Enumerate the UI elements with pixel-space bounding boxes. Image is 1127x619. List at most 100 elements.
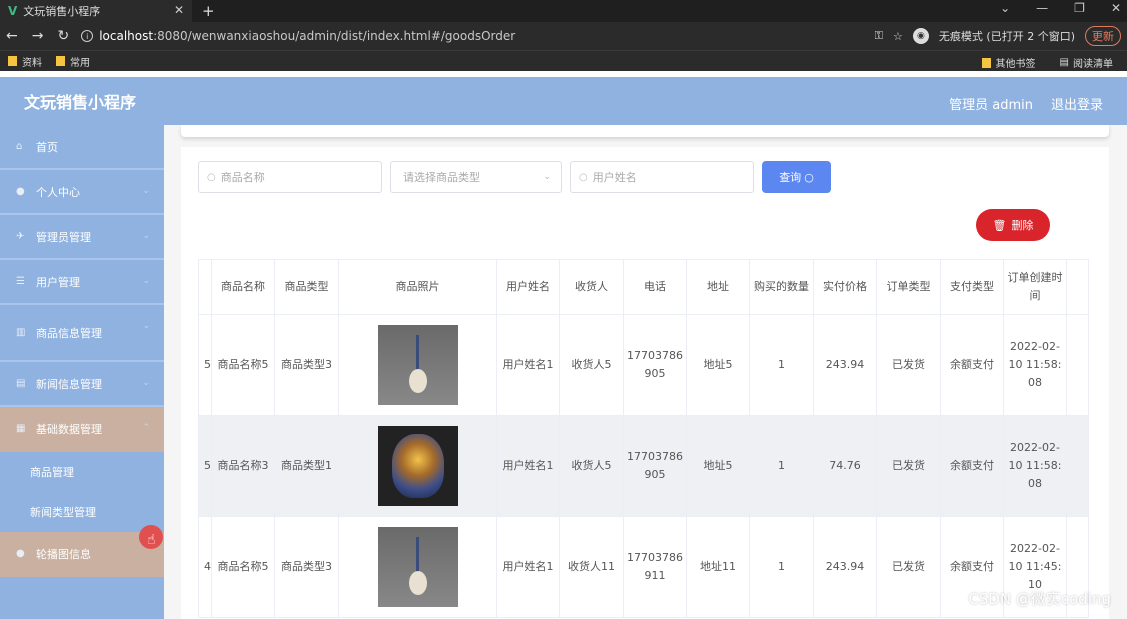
goods-photo[interactable] (377, 527, 458, 607)
column-header[interactable]: 地址 (686, 259, 750, 315)
sidebar-item-profile[interactable]: ● 个人中心 ⌄ (0, 170, 164, 215)
cell-address: 地址11 (686, 516, 750, 618)
sidebar-subitem-goods[interactable]: 商品管理 (0, 452, 164, 492)
close-tab-icon[interactable]: ✕ (174, 3, 184, 17)
watermark: CSDN @微实coding (968, 590, 1111, 608)
user-name-input[interactable]: ○ 用户姓名 (570, 161, 754, 193)
cell-created: 2022-02-10 11:58:08 (1003, 314, 1067, 416)
table-row[interactable]: 4 商品名称5 商品类型3 用户姓名1 收货人11 17703786911 地址… (198, 516, 1089, 618)
cell-order-type: 已发货 (876, 516, 941, 618)
cell-actions (1066, 314, 1089, 416)
sidebar-item-home[interactable]: ⌂ 首页 (0, 125, 164, 170)
column-header[interactable]: 订单创建时间 (1003, 259, 1067, 315)
other-bookmarks[interactable]: 其他书签 (981, 55, 1036, 70)
send-icon: ✈ (16, 231, 25, 242)
bookmark-folder[interactable]: 资料 (8, 54, 42, 69)
cell-user-name: 用户姓名1 (496, 314, 560, 416)
sidebar-item-users[interactable]: ☰ 用户管理 ⌄ (0, 260, 164, 305)
user-icon: ● (16, 186, 25, 197)
cell-phone: 17703786905 (623, 314, 687, 416)
cell-goods-type: 商品类型1 (274, 415, 339, 517)
chevron-down-icon: ⌄ (142, 321, 150, 331)
url-field[interactable]: i localhost:8080/wenwanxiaoshou/admin/di… (81, 29, 515, 43)
window-controls: ⌄ — ❐ ✕ (1000, 1, 1121, 15)
reading-list[interactable]: ▤ 阅读清单 (1060, 55, 1113, 70)
bookmarks-bar: 资料 常用 其他书签 ▤ 阅读清单 (0, 50, 1127, 71)
logout-link[interactable]: 退出登录 (1051, 94, 1103, 113)
app-header: 文玩销售小程序 管理员 admin 退出登录 (0, 77, 1127, 125)
sidebar-item-basic-data[interactable]: ▦ 基础数据管理 ⌃ (0, 407, 164, 452)
hand-cursor-icon: ☝ (147, 532, 156, 548)
table-header-row: 商品名称 商品类型 商品照片 用户姓名 收货人 电话 地址 购买的数量 实付价格… (198, 259, 1089, 315)
cell-pay-type: 余额支付 (940, 415, 1004, 517)
cell-price: 74.76 (813, 415, 877, 517)
new-tab-icon[interactable]: + (202, 2, 215, 20)
cell-order-type: 已发货 (876, 415, 941, 517)
star-icon[interactable]: ☆ (893, 30, 903, 43)
chevron-down-icon: ⌄ (543, 172, 551, 182)
cell-address: 地址5 (686, 314, 750, 416)
sidebar-item-goods[interactable]: ▥ 商品信息管理 ⌄ (0, 305, 164, 362)
column-header[interactable]: 商品类型 (274, 259, 339, 315)
restore-icon[interactable]: ❐ (1074, 1, 1085, 15)
table-row[interactable]: 5 商品名称3 商品类型1 用户姓名1 收货人5 17703786905 地址5… (198, 415, 1089, 517)
cell-goods-type: 商品类型3 (274, 314, 339, 416)
browser-tab[interactable]: V 文玩销售小程序 ✕ (0, 0, 192, 22)
cell-goods-name: 商品名称5 (211, 516, 275, 618)
browser-tab-title: 文玩销售小程序 (23, 5, 101, 18)
column-header[interactable]: 商品照片 (338, 259, 497, 315)
column-header[interactable]: 用户姓名 (496, 259, 560, 315)
key-icon[interactable]: ⚿ (875, 29, 883, 43)
chevron-down-icon[interactable]: ⌄ (1000, 1, 1010, 15)
reload-icon[interactable]: ↻ (57, 28, 69, 44)
cell-goods-photo (338, 314, 497, 416)
row-index: 4 (198, 516, 212, 618)
chevron-up-icon: ⌃ (142, 423, 150, 433)
column-header[interactable]: 电话 (623, 259, 687, 315)
cell-price: 243.94 (813, 314, 877, 416)
cell-quantity: 1 (749, 314, 814, 416)
admin-label: 管理员 admin (949, 98, 1033, 113)
column-header[interactable]: 实付价格 (813, 259, 877, 315)
search-icon: ○ (804, 170, 814, 184)
goods-type-select[interactable]: 请选择商品类型 ⌄ (390, 161, 562, 193)
column-header[interactable]: 订单类型 (876, 259, 941, 315)
cell-goods-type: 商品类型3 (274, 516, 339, 618)
chevron-down-icon: ⌄ (142, 276, 150, 286)
info-icon[interactable]: i (81, 30, 94, 42)
folder-icon (8, 56, 17, 66)
column-header[interactable]: 支付类型 (940, 259, 1004, 315)
sidebar-subitem-news-type[interactable]: 新闻类型管理 (0, 492, 164, 532)
address-bar: ← → ↻ i localhost:8080/wenwanxiaoshou/ad… (0, 22, 1127, 50)
goods-photo[interactable] (377, 426, 458, 506)
trash-icon: 🗑 (992, 218, 1007, 232)
column-header[interactable]: 购买的数量 (749, 259, 814, 315)
sidebar-item-news[interactable]: ▤ 新闻信息管理 ⌄ (0, 362, 164, 407)
cell-user-name: 用户姓名1 (496, 516, 560, 618)
cell-user-name: 用户姓名1 (496, 415, 560, 517)
delete-button[interactable]: 🗑 删除 (976, 209, 1050, 241)
minimize-icon[interactable]: — (1036, 1, 1048, 15)
sidebar-item-admin[interactable]: ✈ 管理员管理 ⌄ (0, 215, 164, 260)
goods-name-input[interactable]: ○ 商品名称 (198, 161, 382, 193)
cell-goods-photo (338, 415, 497, 517)
orders-table: 商品名称 商品类型 商品照片 用户姓名 收货人 电话 地址 购买的数量 实付价格… (198, 259, 1089, 618)
column-header[interactable]: 收货人 (559, 259, 624, 315)
close-window-icon[interactable]: ✕ (1111, 1, 1121, 15)
table-row[interactable]: 5 商品名称5 商品类型3 用户姓名1 收货人5 17703786905 地址5… (198, 314, 1089, 416)
vue-logo-icon: V (8, 4, 18, 18)
bookmark-folder[interactable]: 常用 (56, 54, 90, 69)
back-icon[interactable]: ← (6, 28, 18, 44)
main-area: ○ 商品名称 请选择商品类型 ⌄ ○ 用户姓名 查询 ○ 🗑 删除 商品名称 商… (164, 125, 1127, 619)
goods-photo[interactable] (377, 325, 458, 405)
query-button[interactable]: 查询 ○ (762, 161, 831, 193)
browser-tab-bar: V 文玩销售小程序 ✕ + ⌄ — ❐ ✕ (0, 0, 1127, 22)
update-button[interactable]: 更新 (1085, 26, 1121, 46)
cell-phone: 17703786905 (623, 415, 687, 517)
forward-icon[interactable]: → (32, 28, 44, 44)
column-header[interactable]: 商品名称 (211, 259, 275, 315)
chevron-down-icon: ⌄ (142, 231, 150, 241)
cell-receiver: 收货人5 (559, 314, 624, 416)
reading-list-icon: ▤ (1059, 57, 1069, 68)
cell-phone: 17703786911 (623, 516, 687, 618)
